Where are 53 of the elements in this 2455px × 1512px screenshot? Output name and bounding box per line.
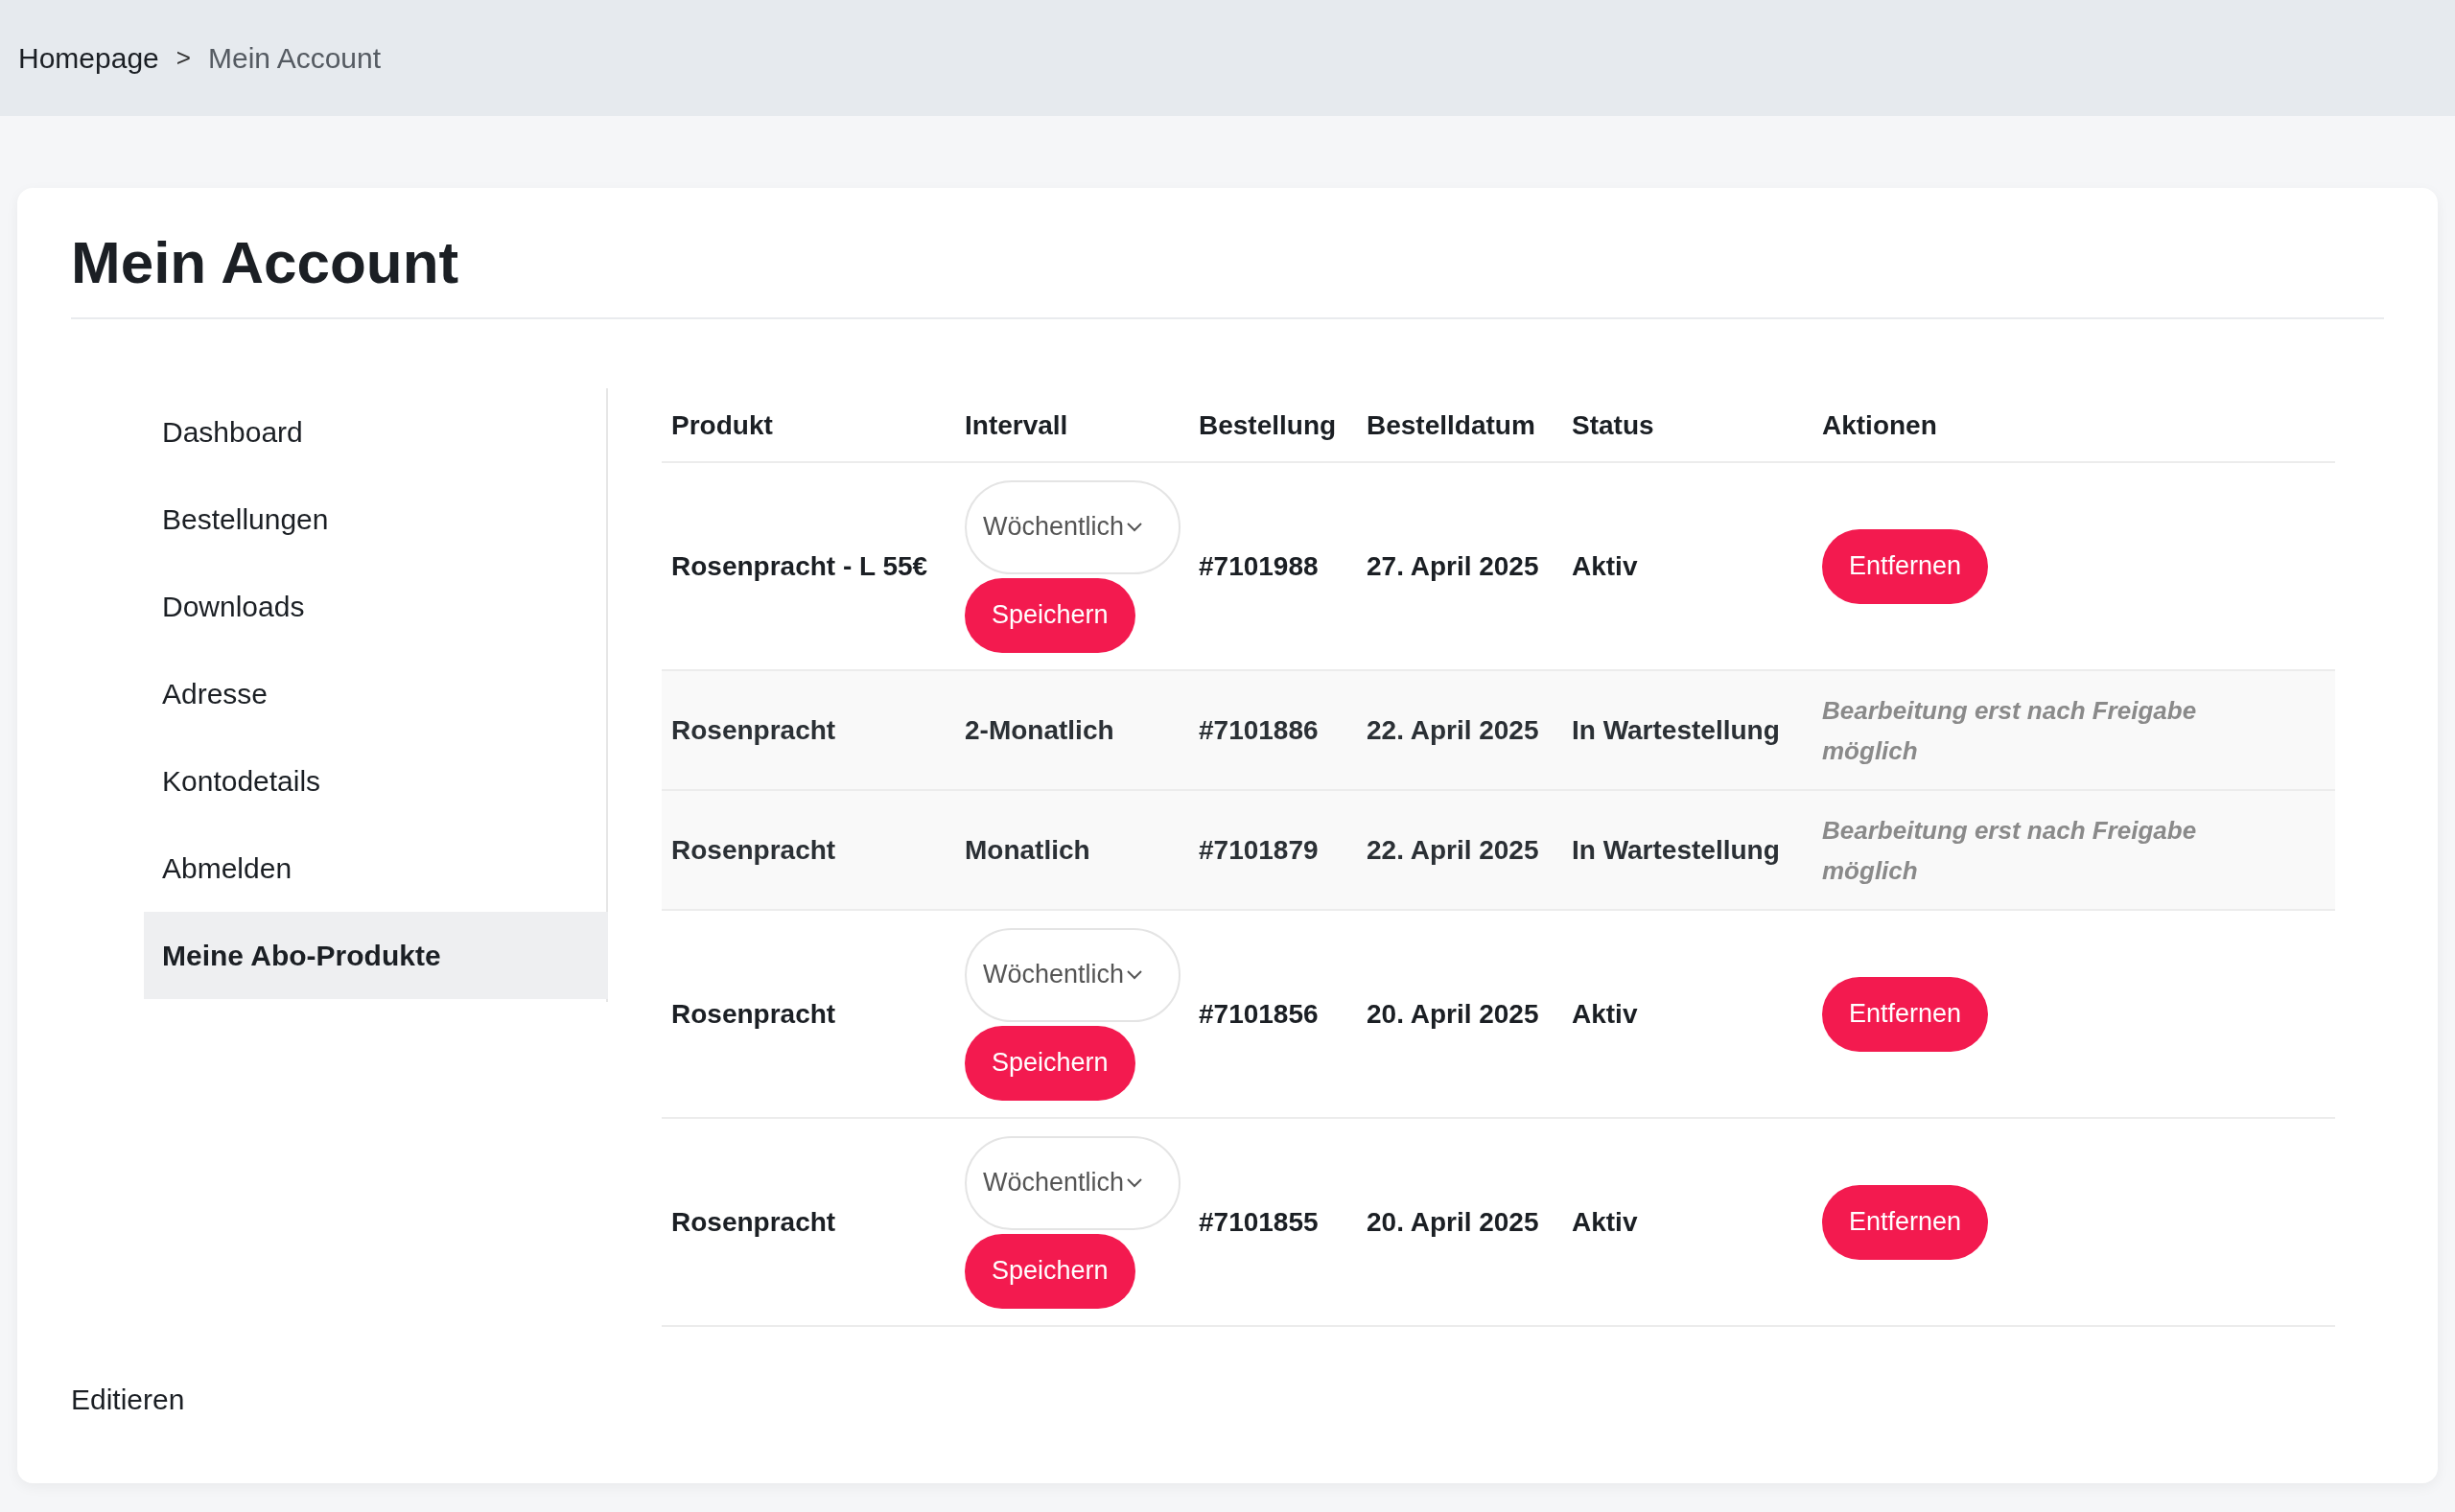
table-cell-text: #7101988 xyxy=(1199,550,1320,583)
sidebar-item[interactable]: Meine Abo-Produkte xyxy=(144,912,608,999)
table-cell-text: Rosenpracht xyxy=(671,1206,837,1239)
table-cell-text: Rosenpracht xyxy=(671,998,837,1031)
column-header: Status xyxy=(1572,408,1655,442)
breadcrumb-link[interactable]: Homepage xyxy=(18,41,159,75)
table-cell-text: Rosenpracht - L 55€ xyxy=(671,550,929,583)
save-button[interactable]: Speichern xyxy=(965,577,1135,653)
page-title: Mein Account xyxy=(71,188,2384,319)
table-cell-text: Rosenpracht xyxy=(671,714,837,747)
table-cell-text: #7101886 xyxy=(1199,714,1320,747)
chevron-down-icon xyxy=(1126,521,1144,533)
table-cell-text: Aktiv xyxy=(1572,550,1639,583)
remove-button[interactable]: Entfernen xyxy=(1822,976,1989,1052)
table-cell-text: Aktiv xyxy=(1572,1206,1639,1239)
column-header: Produkt xyxy=(671,408,774,442)
column-header: Bestelldatum xyxy=(1367,408,1536,442)
breadcrumb-separator: > xyxy=(175,43,191,73)
table-cell-text: Aktiv xyxy=(1572,998,1639,1031)
table-cell-text: 22. April 2025 xyxy=(1367,714,1540,747)
column-header: Intervall xyxy=(965,408,1069,442)
interval-dropdown[interactable]: Wöchentlich xyxy=(965,479,1181,574)
sidebar-item[interactable]: Dashboard xyxy=(144,388,608,476)
edit-link[interactable]: Editieren xyxy=(71,1384,2384,1416)
interval-dropdown[interactable]: Wöchentlich xyxy=(965,1135,1181,1230)
sidebar-item[interactable]: Abmelden xyxy=(144,825,608,912)
sidebar-item[interactable]: Kontodetails xyxy=(144,737,608,825)
sidebar-item[interactable]: Adresse xyxy=(144,650,608,737)
table-cell-text: 2-Monatlich xyxy=(965,714,1115,747)
remove-button[interactable]: Entfernen xyxy=(1822,1184,1989,1260)
remove-button[interactable]: Entfernen xyxy=(1822,528,1989,604)
column-header: Aktionen xyxy=(1822,408,1938,442)
column-header: Bestellung xyxy=(1199,408,1338,442)
sidebar-item[interactable]: Downloads xyxy=(144,563,608,650)
chevron-down-icon xyxy=(1126,1176,1144,1189)
table-cell-text: 27. April 2025 xyxy=(1367,550,1540,583)
save-button[interactable]: Speichern xyxy=(965,1233,1135,1309)
table-cell-text: 22. April 2025 xyxy=(1367,834,1540,867)
interval-dropdown[interactable]: Wöchentlich xyxy=(965,927,1181,1022)
table-cell-text: In Wartestellung xyxy=(1572,714,1781,747)
chevron-down-icon xyxy=(1126,968,1144,981)
table-cell-text: #7101855 xyxy=(1199,1206,1320,1239)
table-cell-text: In Wartestellung xyxy=(1572,834,1781,867)
table-cell-text: #7101856 xyxy=(1199,998,1320,1031)
table-cell-text: 20. April 2025 xyxy=(1367,998,1540,1031)
table-cell-text: #7101879 xyxy=(1199,834,1320,867)
notice-text: Bearbeitung erst nach Freigabe möglich xyxy=(1822,694,2198,767)
table-cell-text: 20. April 2025 xyxy=(1367,1206,1540,1239)
save-button[interactable]: Speichern xyxy=(965,1025,1135,1101)
notice-text: Bearbeitung erst nach Freigabe möglich xyxy=(1822,814,2198,887)
sidebar-item[interactable]: Bestellungen xyxy=(144,476,608,563)
table-cell-text: Rosenpracht xyxy=(671,834,837,867)
table-cell-text: Monatlich xyxy=(965,834,1091,867)
